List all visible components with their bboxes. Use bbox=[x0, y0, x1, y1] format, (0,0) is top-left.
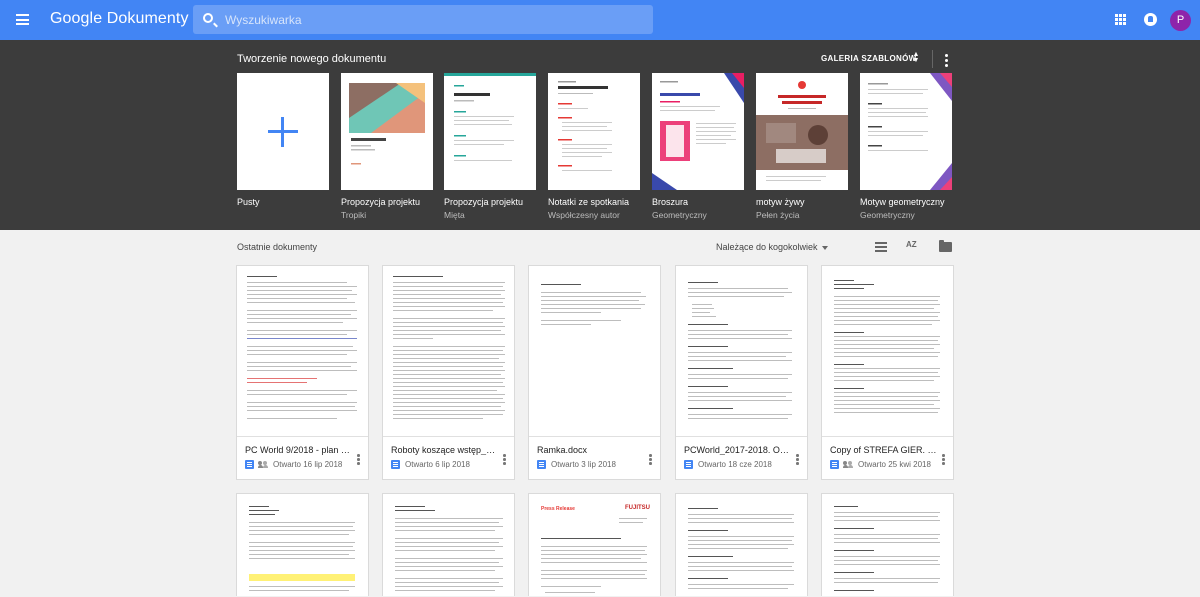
document-preview[interactable]: Press Release FUJITSU bbox=[529, 494, 660, 597]
document-opened-date: Otwarto 18 cze 2018 bbox=[698, 460, 772, 469]
template-subtitle: Geometryczny bbox=[860, 210, 915, 220]
document-more-options-icon[interactable] bbox=[503, 454, 506, 466]
template-thumbnail[interactable] bbox=[548, 73, 640, 190]
template-thumbnail[interactable] bbox=[860, 73, 952, 190]
document-card[interactable] bbox=[236, 493, 369, 596]
owner-filter-dropdown[interactable]: Należące do kogokolwiek bbox=[716, 242, 818, 252]
docs-file-icon bbox=[830, 460, 839, 469]
plus-icon bbox=[268, 117, 298, 147]
document-title[interactable]: Copy of STREFA GIER. Re... bbox=[830, 445, 938, 455]
template-more-options-icon[interactable] bbox=[945, 54, 948, 69]
recent-documents-heading: Ostatnie dokumenty bbox=[237, 242, 318, 252]
template-thumbnail[interactable] bbox=[237, 73, 329, 190]
shared-icon bbox=[258, 461, 268, 469]
template-project-proposal-mint[interactable]: Propozycja projektu Mięta bbox=[444, 73, 536, 220]
document-more-options-icon[interactable] bbox=[357, 454, 360, 466]
docs-file-icon bbox=[537, 460, 546, 469]
document-more-options-icon[interactable] bbox=[796, 454, 799, 466]
search-box[interactable] bbox=[193, 5, 653, 34]
template-section-heading: Tworzenie nowego dokumentu bbox=[237, 53, 387, 65]
document-card[interactable]: PC World 9/2018 - plan w... Otwarto 16 l… bbox=[236, 265, 369, 480]
document-preview[interactable] bbox=[529, 266, 660, 437]
document-more-options-icon[interactable] bbox=[942, 454, 945, 466]
document-title[interactable]: Roboty koszące wstęp_H... bbox=[391, 445, 499, 455]
app-logo[interactable]: Google Dokumenty bbox=[50, 10, 189, 28]
document-preview[interactable] bbox=[822, 494, 953, 597]
template-name: Motyw geometryczny bbox=[860, 197, 945, 207]
document-card[interactable]: Ramka.docx Otwarto 3 lip 2018 bbox=[528, 265, 661, 480]
docs-file-icon bbox=[245, 460, 254, 469]
avatar[interactable]: P bbox=[1170, 10, 1191, 31]
template-subtitle: Współczesny autor bbox=[548, 210, 620, 220]
document-preview[interactable] bbox=[237, 266, 368, 437]
template-subtitle: Tropiki bbox=[341, 210, 367, 220]
apps-grid-icon[interactable] bbox=[1115, 14, 1126, 25]
template-subtitle: Mięta bbox=[444, 210, 465, 220]
template-brochure[interactable]: Broszura Geometryczny bbox=[652, 73, 744, 220]
sort-az-icon[interactable]: AZ bbox=[906, 240, 917, 249]
list-view-icon[interactable] bbox=[875, 242, 887, 252]
document-preview[interactable] bbox=[676, 266, 807, 437]
document-opened-date: Otwarto 3 lip 2018 bbox=[551, 460, 616, 469]
shared-icon bbox=[843, 461, 853, 469]
document-card[interactable]: Copy of STREFA GIER. Re... Otwarto 25 kw… bbox=[821, 265, 954, 480]
template-vivid[interactable]: motyw żywy Pełen życia bbox=[756, 73, 848, 220]
template-name: Notatki ze spotkania bbox=[548, 197, 630, 207]
document-opened-date: Otwarto 25 kwi 2018 bbox=[858, 460, 931, 469]
expand-collapse-icon[interactable]: ▲ ▼ bbox=[912, 51, 920, 64]
template-meeting-notes[interactable]: Notatki ze spotkania Współczesny autor bbox=[548, 73, 640, 220]
document-title[interactable]: PCWorld_2017-2018. Od ... bbox=[684, 445, 792, 455]
template-name: Propozycja projektu bbox=[444, 197, 524, 207]
notes-thumbnail-art bbox=[558, 81, 612, 171]
brochure-thumbnail-art bbox=[652, 73, 744, 190]
docs-file-icon bbox=[391, 460, 400, 469]
template-geometric[interactable]: Motyw geometryczny Geometryczny bbox=[860, 73, 952, 220]
tropics-thumbnail-art bbox=[349, 83, 425, 165]
template-name: Pusty bbox=[237, 197, 260, 207]
template-blank[interactable]: Pusty bbox=[237, 73, 329, 210]
document-preview[interactable] bbox=[383, 494, 514, 597]
document-title[interactable]: Ramka.docx bbox=[537, 445, 645, 455]
folder-picker-icon[interactable] bbox=[939, 240, 952, 252]
docs-file-icon bbox=[684, 460, 693, 469]
top-bar: Google Dokumenty P bbox=[0, 0, 1200, 40]
divider bbox=[932, 50, 933, 68]
document-preview[interactable] bbox=[822, 266, 953, 437]
document-preview[interactable] bbox=[676, 494, 807, 597]
document-title[interactable]: PC World 9/2018 - plan w... bbox=[245, 445, 353, 455]
dropdown-caret-icon[interactable] bbox=[822, 246, 828, 250]
notifications-icon[interactable] bbox=[1144, 13, 1157, 26]
template-subtitle: Pełen życia bbox=[756, 210, 800, 220]
main-menu-icon[interactable] bbox=[16, 14, 29, 25]
vivid-thumbnail-art bbox=[756, 81, 848, 181]
document-opened-date: Otwarto 16 lip 2018 bbox=[273, 460, 343, 469]
template-project-proposal-tropics[interactable]: Propozycja projektu Tropiki bbox=[341, 73, 433, 220]
mint-thumbnail-art bbox=[444, 73, 536, 161]
document-preview[interactable] bbox=[237, 494, 368, 597]
template-thumbnail[interactable] bbox=[756, 73, 848, 190]
template-name: Propozycja projektu bbox=[341, 197, 421, 207]
document-card[interactable] bbox=[382, 493, 515, 596]
template-thumbnail[interactable] bbox=[341, 73, 433, 190]
press-release-label: Press Release bbox=[541, 506, 575, 512]
template-gallery-section: Tworzenie nowego dokumentu GALERIA SZABL… bbox=[0, 40, 1200, 230]
document-card[interactable]: PCWorld_2017-2018. Od ... Otwarto 18 cze… bbox=[675, 265, 808, 480]
template-thumbnail[interactable] bbox=[444, 73, 536, 190]
document-card[interactable]: Press Release FUJITSU bbox=[528, 493, 661, 596]
geometric-thumbnail-art bbox=[868, 73, 952, 190]
search-input[interactable] bbox=[225, 9, 625, 30]
search-icon[interactable] bbox=[203, 13, 213, 23]
template-name: motyw żywy bbox=[756, 197, 805, 207]
document-preview[interactable] bbox=[383, 266, 514, 437]
template-gallery-button[interactable]: GALERIA SZABLONÓW bbox=[821, 54, 916, 63]
document-card[interactable] bbox=[821, 493, 954, 596]
document-card[interactable] bbox=[675, 493, 808, 596]
document-opened-date: Otwarto 6 lip 2018 bbox=[405, 460, 470, 469]
template-name: Broszura bbox=[652, 197, 689, 207]
template-subtitle: Geometryczny bbox=[652, 210, 707, 220]
template-thumbnail[interactable] bbox=[652, 73, 744, 190]
document-card[interactable]: Roboty koszące wstęp_H... Otwarto 6 lip … bbox=[382, 265, 515, 480]
document-more-options-icon[interactable] bbox=[649, 454, 652, 466]
fujitsu-logo: FUJITSU bbox=[625, 505, 651, 511]
